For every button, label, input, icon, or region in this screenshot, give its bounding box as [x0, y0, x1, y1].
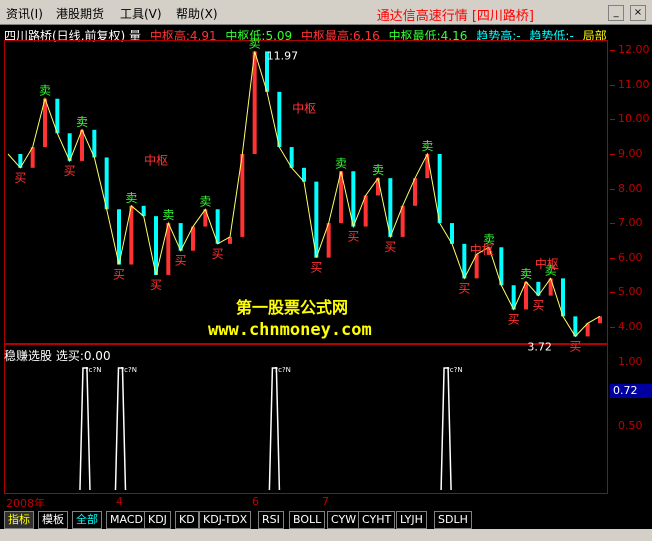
- tab-3[interactable]: MACD: [106, 511, 147, 529]
- tab-2[interactable]: 全部: [72, 511, 102, 529]
- tab-0[interactable]: 指标: [4, 511, 34, 529]
- sell-marker: 卖: [372, 163, 384, 177]
- price-tick: [610, 292, 615, 294]
- indicator-spike: [440, 367, 452, 491]
- indicator-spike: [79, 367, 91, 491]
- buy-marker: 买: [212, 247, 224, 261]
- buy-marker: 买: [175, 254, 187, 268]
- buy-marker: 买: [508, 312, 520, 326]
- tab-1[interactable]: 模板: [38, 511, 68, 529]
- time-label-7: 7: [322, 495, 329, 508]
- sell-marker: 卖: [76, 115, 88, 129]
- sell-marker: 卖: [125, 191, 137, 205]
- price-tick: [610, 50, 615, 52]
- indicator-spike: [268, 367, 281, 491]
- zs-label: 中枢: [535, 256, 559, 271]
- buy-marker: 买: [310, 261, 322, 275]
- price-tick: [610, 257, 615, 259]
- time-label-year: 2008年: [6, 497, 45, 510]
- low-price-label: 3.72: [527, 340, 552, 353]
- tab-7[interactable]: RSI: [258, 511, 284, 529]
- tab-12[interactable]: SDLH: [434, 511, 472, 529]
- price-tick-label: 8.00: [618, 181, 643, 195]
- price-tick-label: 4.00: [618, 319, 643, 333]
- price-tick: [610, 326, 615, 328]
- tab-9[interactable]: CYW: [327, 511, 361, 529]
- buy-marker: 买: [113, 268, 125, 282]
- price-tick-label: 6.00: [618, 250, 643, 264]
- price-tick-label: 11.00: [618, 77, 650, 91]
- tab-11[interactable]: LYJH: [396, 511, 427, 529]
- spike-label: ?c?N: [446, 366, 463, 374]
- buy-marker: 买: [150, 278, 162, 292]
- indicator-title: 稳赚选股 选买:0.00: [4, 349, 111, 363]
- buy-marker: 买: [458, 281, 470, 295]
- sell-marker: 卖: [162, 208, 174, 222]
- price-tick-label: 5.00: [618, 285, 643, 299]
- zs-label: 中枢: [144, 152, 168, 167]
- time-label-4: 4: [116, 495, 123, 508]
- chart-canvas: 11.973.72买卖买卖买卖买卖买卖买卖买卖买卖买卖买卖买卖买卖买中枢中枢中枢…: [7, 36, 602, 491]
- indicator-tick-label: 0.50: [618, 419, 643, 432]
- time-axis: 2008年 4 6 7: [4, 494, 608, 510]
- current-value-box: 0.72: [610, 384, 652, 398]
- spike-label: ?c?N: [120, 366, 137, 374]
- high-price-label: 11.97: [267, 49, 299, 62]
- spike-label: ?c?N: [274, 366, 291, 374]
- sell-marker: 卖: [421, 139, 433, 153]
- watermark-url: www.chnmoney.com: [208, 320, 372, 340]
- tab-8[interactable]: BOLL: [289, 511, 326, 529]
- buy-marker: 买: [347, 230, 359, 244]
- indicator-spike: [114, 367, 127, 491]
- sell-marker: 卖: [39, 84, 51, 98]
- buy-marker: 买: [14, 171, 26, 185]
- buy-marker: 买: [569, 339, 581, 353]
- price-tick: [610, 154, 615, 155]
- tab-5[interactable]: KD: [175, 511, 199, 529]
- watermark-title: 第一股票公式网: [236, 298, 349, 317]
- price-tick: [610, 188, 615, 190]
- indicator-tick-label: 1.00: [618, 355, 643, 368]
- price-tick: [610, 119, 615, 121]
- price-tick-label: 10.00: [618, 112, 650, 126]
- buy-marker: 买: [532, 299, 544, 313]
- zs-label: 中枢: [292, 101, 316, 116]
- price-tick-label: 7.00: [618, 216, 643, 230]
- sell-marker: 卖: [199, 194, 211, 208]
- sell-marker: 卖: [520, 267, 532, 281]
- buy-marker: 买: [384, 240, 396, 254]
- indicator-tabs: 指标 模板 全部 MACD KDJ KD KDJ-TDX RSI BOLL CYW CYHT LYJH…: [0, 510, 652, 529]
- zs-label: 中枢: [470, 242, 494, 257]
- price-tick: [610, 223, 615, 225]
- price-tick-label: 12.00: [618, 43, 650, 57]
- price-tick: [610, 84, 615, 86]
- sell-marker: 卖: [335, 156, 347, 170]
- time-label-6: 6: [252, 495, 259, 508]
- status-bar: [0, 529, 652, 541]
- tab-10[interactable]: CYHT: [358, 511, 396, 529]
- sell-marker: 卖: [249, 36, 261, 50]
- buy-marker: 买: [64, 164, 76, 178]
- spike-label: ?c?N: [85, 366, 102, 374]
- tab-6[interactable]: KDJ-TDX: [199, 511, 252, 529]
- price-tick-label: 9.00: [618, 147, 643, 160]
- tab-4[interactable]: KDJ: [144, 511, 171, 529]
